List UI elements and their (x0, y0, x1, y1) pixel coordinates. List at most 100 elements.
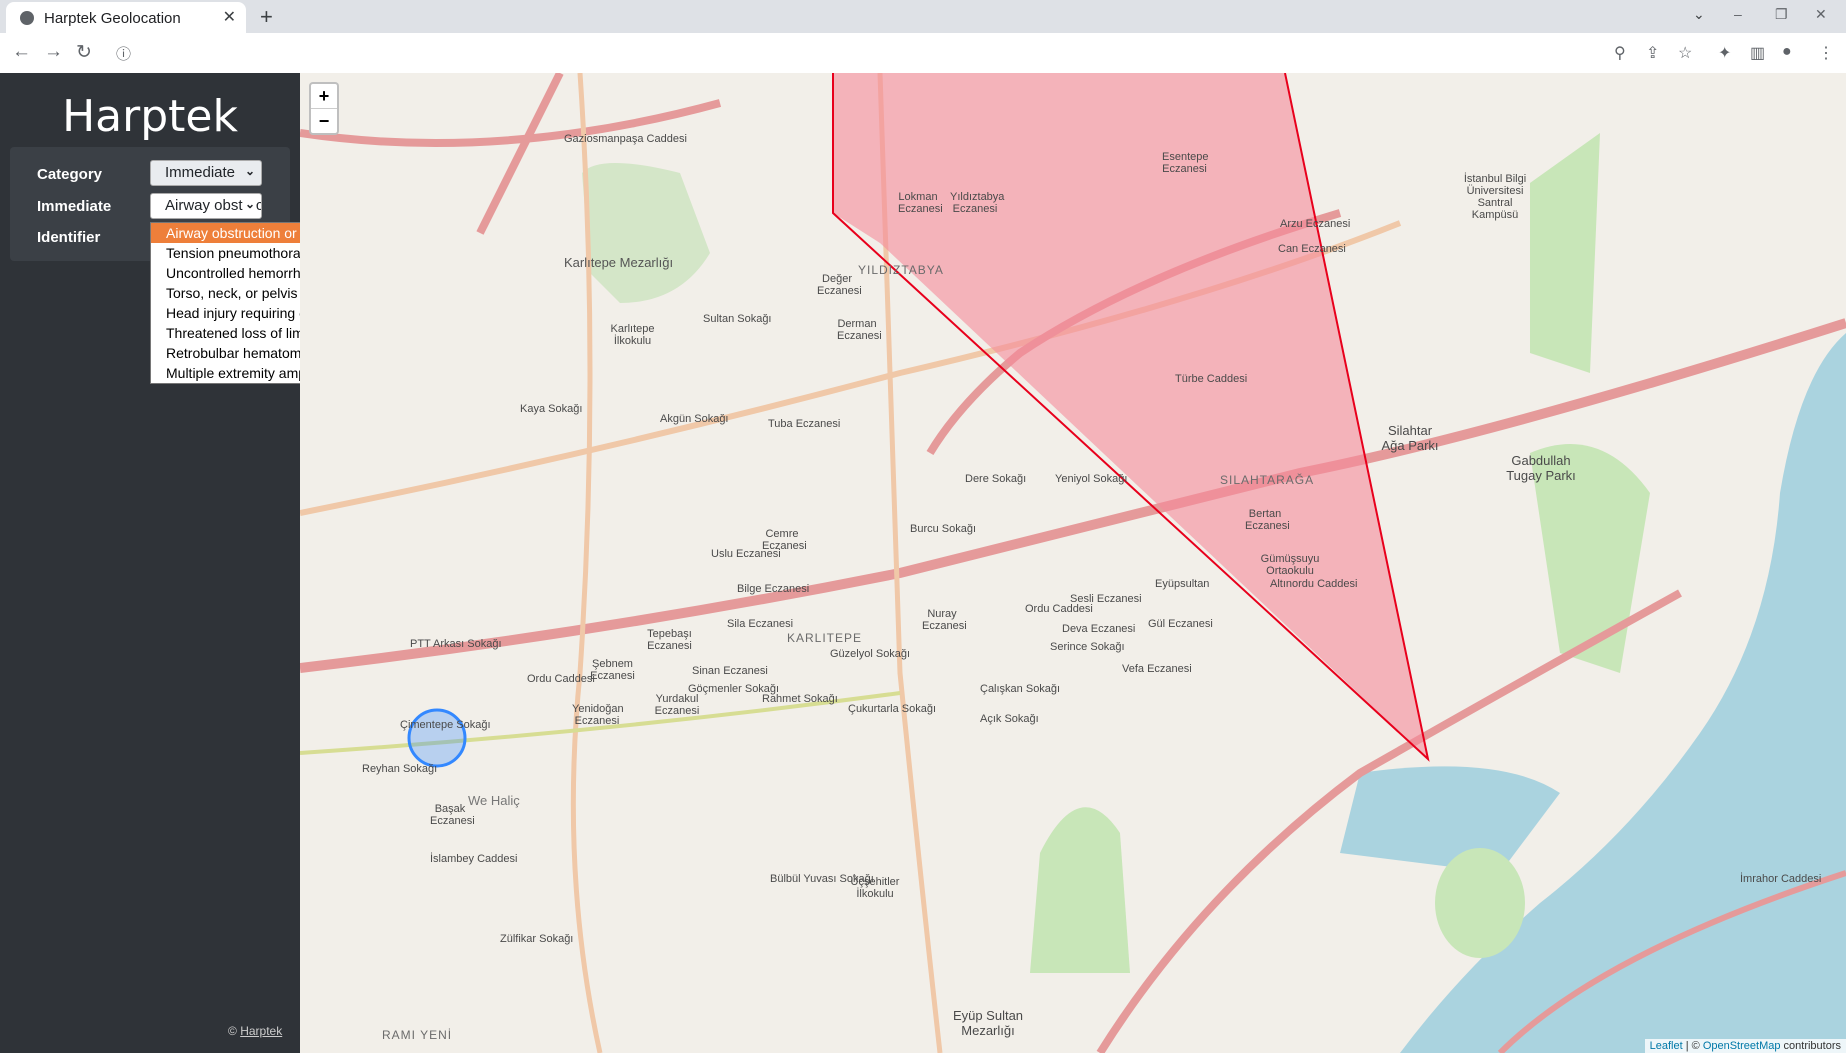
copyright-symbol: © (228, 1024, 237, 1038)
map-label: Şebnem Eczanesi (590, 658, 635, 682)
back-icon[interactable]: ← (12, 41, 31, 63)
profile-icon[interactable]: ● (1782, 43, 1792, 61)
map-label: Uslu Eczanesi (711, 548, 781, 560)
map-label: RAMI YENİ (382, 1028, 453, 1042)
map-label: Zülfikar Sokağı (500, 933, 574, 945)
new-tab-button[interactable]: + (260, 4, 273, 30)
zone-polygon (833, 73, 1428, 759)
map-label: Yeniyol Sokağı (1055, 473, 1128, 485)
map-label: Burcu Sokağı (910, 523, 977, 535)
category-label: Category (37, 166, 103, 183)
browser-tabbar: Harptek Geolocation ✕ + ⌄ – ❐ ✕ (0, 0, 1846, 33)
attribution-separator: | © (1682, 1040, 1703, 1052)
chevron-down-icon: ⌄ (244, 164, 255, 178)
extensions-icon[interactable]: ✦ (1718, 43, 1731, 63)
zoom-in-button[interactable]: + (311, 84, 337, 109)
map-label: İslambey Caddesi (430, 853, 518, 865)
site-info-icon[interactable]: ⓘ (116, 43, 131, 64)
zoom-out-button[interactable]: − (311, 109, 337, 133)
map-label: Eyüp Sultan Mezarlığı (952, 1008, 1024, 1038)
bookmark-star-icon[interactable]: ☆ (1678, 43, 1692, 63)
map-label: Yenidoğan Eczanesi (572, 703, 624, 727)
map-label: Kaya Sokağı (520, 403, 583, 415)
park-area (1530, 133, 1600, 373)
zoom-control: + − (309, 82, 339, 135)
osm-link[interactable]: OpenStreetMap (1703, 1040, 1781, 1052)
water-area (1340, 766, 1560, 873)
map-label: Tuba Eczanesi (768, 418, 841, 430)
map-label: Üçşehitler İlkokulu (850, 876, 900, 900)
map-label: SILAHTARAĞA (1220, 473, 1315, 487)
close-window-button[interactable]: ✕ (1815, 6, 1827, 23)
map-label: Göçmenler Sokağı (688, 683, 780, 695)
map-label: Akgün Sokağı (660, 413, 729, 425)
map-label: Can Eczanesi (1278, 243, 1346, 255)
leaflet-link[interactable]: Leaflet (1650, 1040, 1683, 1052)
map-label: Sesli Eczanesi (1070, 593, 1142, 605)
map-label: Silahtar Ağa Parkı (1381, 423, 1439, 453)
map-label: Gabdullah Tugay Parkı (1506, 453, 1576, 483)
footer: © Harptek (228, 1024, 282, 1041)
map-label: Dere Sokağı (965, 473, 1027, 485)
map-label: Esentepe Eczanesi (1162, 151, 1209, 175)
identifier-label: Identifier (37, 229, 101, 246)
globe-icon (20, 11, 34, 25)
map-label: Serince Sokağı (1050, 641, 1125, 653)
footer-link[interactable]: Harptek (240, 1024, 282, 1038)
brand-title: Harptek (62, 91, 238, 142)
map-label: Bertan Eczanesi (1245, 508, 1290, 532)
map-label: Arzu Eczanesi (1280, 218, 1351, 230)
browser-tab[interactable]: Harptek Geolocation ✕ (6, 2, 246, 33)
map-label: Türbe Caddesi (1175, 373, 1248, 385)
cemetery-area (1030, 807, 1130, 973)
map-tiles (300, 73, 1846, 1053)
map-label: Sultan Sokağı (703, 313, 772, 325)
tab-search-icon[interactable]: ⌄ (1693, 6, 1705, 23)
map-label: Karlıtepe İlkokulu (610, 323, 655, 347)
map-label: Sila Eczanesi (727, 618, 794, 630)
map-label: Çimentepe Sokağı (400, 719, 491, 731)
category-select[interactable]: Immediate ⌄ (150, 160, 262, 186)
map-label: Gaziosmanpaşa Caddesi (564, 133, 687, 145)
map-label: Gül Eczanesi (1148, 618, 1213, 630)
restore-button[interactable]: ❐ (1775, 6, 1788, 23)
map-label: Güzelyol Sokağı (830, 648, 911, 660)
sidebar: Harptek (0, 73, 300, 1053)
tab-title: Harptek Geolocation (44, 10, 181, 27)
map-label: Çalışkan Sokağı (980, 683, 1061, 695)
map-label: İmrahor Caddesi (1740, 873, 1822, 885)
map-label: Eyüpsultan (1155, 578, 1210, 590)
map-label: Yıldıztabya Eczanesi (950, 191, 1005, 215)
forward-icon[interactable]: → (44, 41, 63, 63)
map-label: Tepebaşı Eczanesi (647, 628, 692, 652)
immediate-select[interactable]: Airway obstruction or potential compromi… (150, 193, 262, 219)
map-label: Altınordu Caddesi (1270, 578, 1358, 590)
map-label: Reyhan Sokağı (362, 763, 438, 775)
main-road (476, 73, 564, 235)
map-label: Karlıtepe Mezarlığı (564, 255, 674, 270)
map[interactable]: Karlıtepe Mezarlığı KARLITEPE YILDIZTABY… (300, 73, 1846, 1053)
map-label: Nuray Eczanesi (922, 608, 967, 632)
chevron-down-icon: ⌄ (242, 197, 255, 211)
location-icon[interactable]: ⚲ (1614, 43, 1626, 63)
immediate-label: Immediate (37, 198, 112, 215)
menu-icon[interactable]: ⋮ (1818, 43, 1834, 63)
map-label: Çukurtarla Sokağı (848, 703, 937, 715)
map-label: Gümüşsuyu Ortaokulu (1260, 553, 1320, 577)
map-label: YILDIZTABYA (858, 263, 944, 277)
cemetery-area (582, 163, 710, 303)
map-label: We Haliç (468, 793, 520, 808)
map-label: Ordu Caddesi (527, 673, 595, 685)
side-panel-icon[interactable]: ▥ (1750, 43, 1765, 63)
reload-icon[interactable]: ↻ (76, 41, 92, 64)
map-label: İstanbul Bilgi Üniversitesi Santral Kamp… (1463, 173, 1527, 221)
map-attribution: Leaflet | © OpenStreetMap contributors (1644, 1039, 1846, 1053)
browser-toolbar: ← → ↻ ⓘ ⚲ ⇪ ☆ ✦ ▥ ● ⋮ (0, 33, 1846, 74)
share-icon[interactable]: ⇪ (1646, 43, 1659, 63)
tab-close-icon[interactable]: ✕ (223, 7, 236, 27)
map-label: Vefa Eczanesi (1122, 663, 1192, 675)
map-label: Başak Eczanesi (430, 803, 475, 827)
map-label: Açık Sokağı (980, 713, 1039, 725)
minimize-button[interactable]: – (1734, 6, 1742, 22)
map-label: Yurdakul Eczanesi (654, 693, 700, 717)
